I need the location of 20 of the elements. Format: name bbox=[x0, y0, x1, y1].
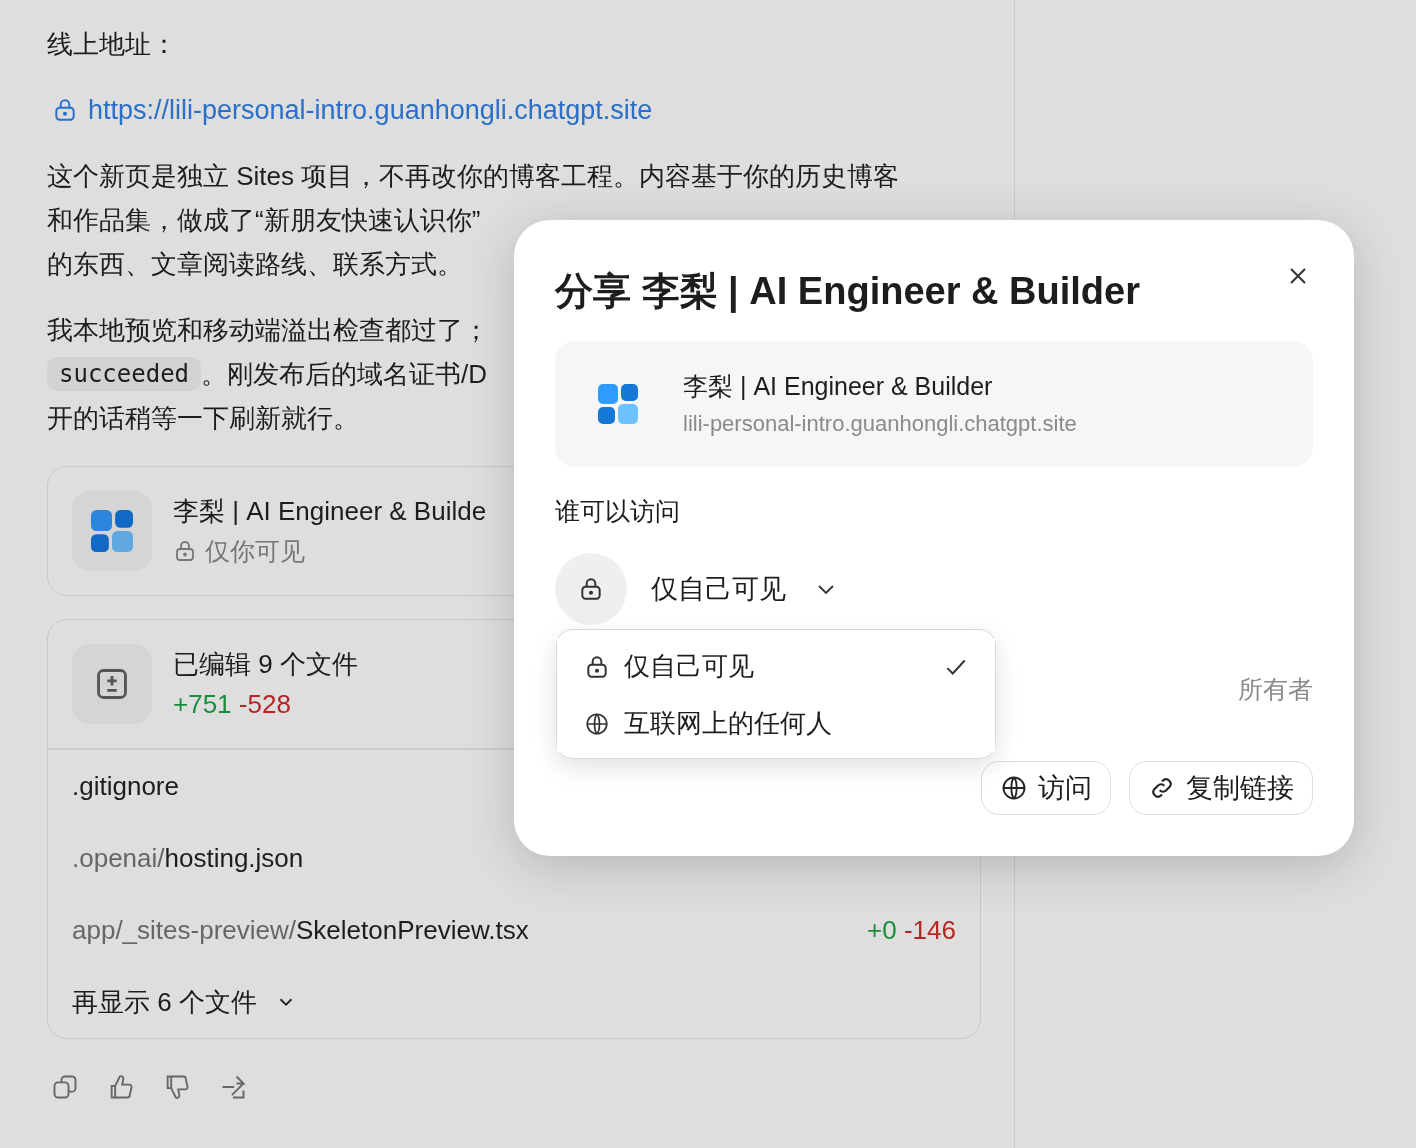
paragraph-text: 开的话稍等一下刷新就行。 bbox=[47, 402, 359, 435]
lines-removed: -528 bbox=[238, 689, 291, 719]
paragraph-text: 我本地预览和移动端溢出检查都过了； bbox=[47, 314, 489, 347]
site-title: 李梨 | AI Engineer & Builde bbox=[173, 495, 487, 528]
site-url: lili-personal-intro.guanhongli.chatgpt.site bbox=[683, 410, 1077, 438]
lines-removed: -146 bbox=[903, 914, 956, 945]
paragraph-text: 这个新页是独立 Sites 项目，不再改你的博客工程。内容基于你的历史博客 bbox=[47, 160, 900, 193]
owner-label: 所有者 bbox=[1238, 675, 1313, 703]
access-label: 谁可以访问 bbox=[555, 496, 681, 527]
dialog-title: 分享 李梨 | AI Engineer & Builder bbox=[555, 269, 1140, 315]
paragraph-text: 的东西、文章阅读路线、联系方式。 bbox=[47, 248, 463, 281]
lines-added: +751 bbox=[173, 689, 232, 719]
visibility-label: 仅你可见 bbox=[205, 536, 305, 567]
paragraph-text: 和作品集，做成了“新朋友快速认识你” bbox=[47, 204, 481, 237]
site-title: 李梨 | AI Engineer & Builder bbox=[683, 371, 994, 402]
code-snippet: succeeded bbox=[47, 357, 202, 391]
section-heading: 线上地址： bbox=[47, 28, 178, 61]
paragraph-text: 。刚发布后的域名证书/D bbox=[201, 358, 488, 391]
files-title: 已编辑 9 个文件 bbox=[173, 648, 358, 681]
lines-added: +0 bbox=[867, 914, 897, 945]
